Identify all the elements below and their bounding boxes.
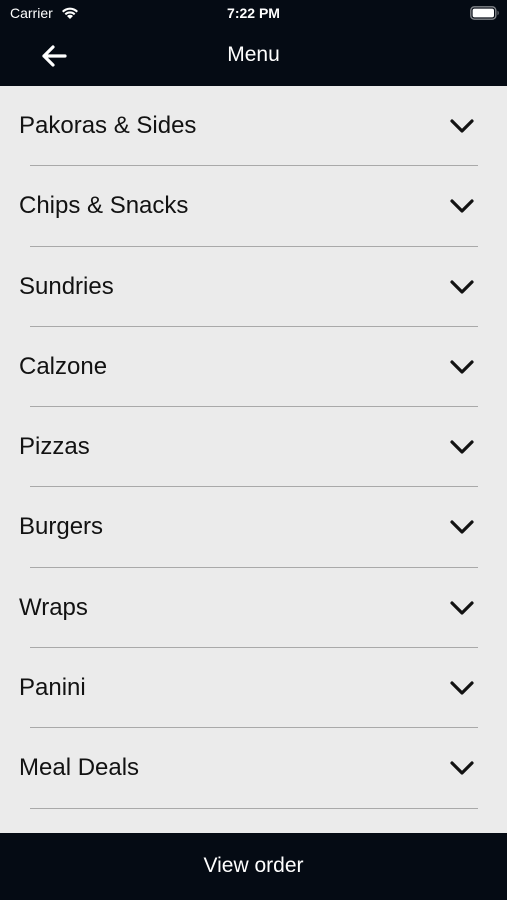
menu-category-pakoras-sides[interactable]: Pakoras & Sides: [0, 86, 507, 167]
chevron-down-icon[interactable]: [448, 276, 476, 298]
menu-category-meal-deals[interactable]: Meal Deals: [0, 728, 507, 809]
menu-category-label: Calzone: [19, 352, 108, 380]
menu-category-wraps[interactable]: Wraps: [0, 568, 507, 649]
chevron-down-icon[interactable]: [448, 597, 476, 619]
menu-screen: Carrier 7:22 PM Menu Pakoras & Sides Chi…: [0, 0, 507, 900]
menu-category-label: Burgers: [19, 513, 104, 541]
chevron-down-icon[interactable]: [448, 677, 476, 699]
menu-category-chips-snacks[interactable]: Chips & Snacks: [0, 166, 507, 247]
status-bar: Carrier 7:22 PM: [0, 0, 507, 28]
chevron-down-icon[interactable]: [448, 356, 476, 378]
menu-category-label: Pakoras & Sides: [19, 112, 197, 139]
page-title: Menu: [227, 43, 280, 66]
view-order-label: View order: [203, 854, 304, 877]
chevron-down-icon[interactable]: [448, 195, 476, 217]
nav-header: Menu: [0, 28, 507, 86]
menu-category-label: Meal Deals: [19, 754, 140, 782]
menu-category-pizzas[interactable]: Pizzas: [0, 407, 507, 488]
menu-category-label: Panini: [19, 674, 86, 702]
menu-category-label: Chips & Snacks: [19, 192, 189, 220]
battery-icon: [470, 6, 499, 20]
chevron-down-icon[interactable]: [448, 516, 476, 538]
menu-category-list: Pakoras & Sides Chips & Snacks Sundries …: [0, 86, 507, 809]
menu-category-label: Sundries: [19, 272, 114, 300]
chevron-down-icon[interactable]: [448, 115, 476, 137]
chevron-down-icon[interactable]: [448, 757, 476, 779]
menu-category-sundries[interactable]: Sundries: [0, 247, 507, 327]
chevron-down-icon[interactable]: [448, 436, 476, 458]
status-time: 7:22 PM: [227, 5, 280, 21]
divider: [30, 807, 478, 809]
menu-category-panini[interactable]: Panini: [0, 648, 507, 729]
menu-category-calzone[interactable]: Calzone: [0, 327, 507, 408]
menu-category-burgers[interactable]: Burgers: [0, 487, 507, 568]
menu-category-label: Pizzas: [19, 433, 90, 461]
top-bar: Carrier 7:22 PM Menu: [0, 0, 507, 86]
view-order-button[interactable]: View order: [0, 833, 507, 900]
menu-category-label: Wraps: [19, 593, 88, 621]
